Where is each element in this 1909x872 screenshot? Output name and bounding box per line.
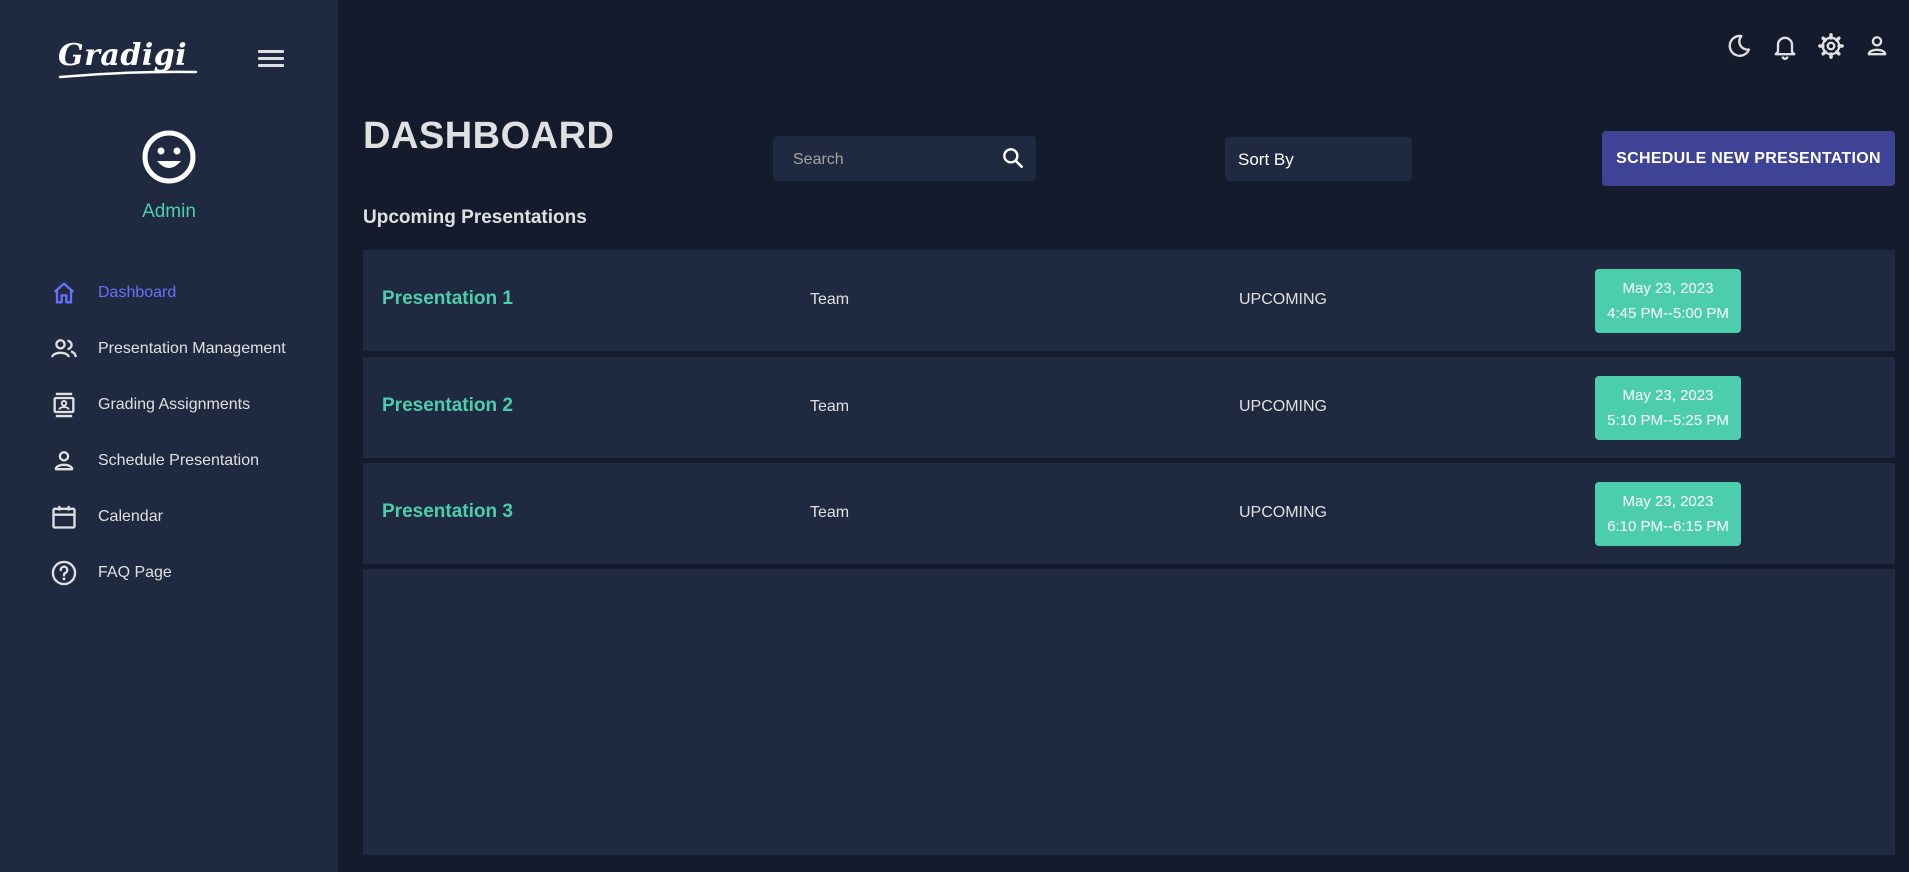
dark-mode-icon[interactable] [1725, 32, 1753, 60]
presentation-status: UPCOMING [1239, 398, 1327, 415]
sidebar: Gradigi Admin Dashboard Presentation Man… [0, 0, 338, 872]
sidebar-item-label: Calendar [98, 508, 163, 525]
badge-date: May 23, 2023 [1622, 493, 1714, 510]
sidebar-item-label: Grading Assignments [98, 396, 251, 413]
section-title: Upcoming Presentations [363, 207, 587, 228]
sort-dropdown[interactable]: Sort By [1225, 137, 1412, 181]
settings-icon[interactable] [1817, 32, 1845, 60]
people-icon [51, 339, 77, 358]
list-item[interactable]: Presentation 3 Team UPCOMING May 23, 202… [363, 463, 1895, 564]
sidebar-item-presentation-management[interactable]: Presentation Management [0, 321, 338, 377]
datetime-badge: May 23, 2023 4:45 PM--5:00 PM [1595, 269, 1741, 333]
notifications-icon[interactable] [1771, 32, 1799, 60]
smiley-face-icon [142, 130, 196, 184]
sidebar-item-label: Schedule Presentation [98, 452, 259, 469]
search-input[interactable] [773, 136, 995, 183]
datetime-badge: May 23, 2023 6:10 PM--6:15 PM [1595, 482, 1741, 546]
sidebar-item-label: Dashboard [98, 284, 177, 301]
presentation-name[interactable]: Presentation 3 [382, 501, 513, 523]
person-icon [54, 451, 74, 471]
sidebar-nav: Dashboard Presentation Management Gradin… [0, 265, 338, 601]
presentation-name[interactable]: Presentation 2 [382, 395, 513, 417]
calendar-icon [52, 505, 76, 529]
sidebar-item-calendar[interactable]: Calendar [0, 489, 338, 545]
topbar-icons [1725, 32, 1891, 60]
presentation-status: UPCOMING [1239, 291, 1327, 308]
profile-icon[interactable] [1863, 32, 1891, 60]
badge-time: 4:45 PM--5:00 PM [1607, 305, 1729, 322]
search-box [773, 136, 1036, 183]
presentation-name[interactable]: Presentation 1 [382, 288, 513, 310]
list-item[interactable]: Presentation 1 Team UPCOMING May 23, 202… [363, 250, 1895, 351]
help-circle-icon [51, 560, 77, 586]
presentation-type: Team [810, 504, 850, 521]
sidebar-item-faq[interactable]: FAQ Page [0, 545, 338, 601]
presentations-list: Presentation 1 Team UPCOMING May 23, 202… [363, 250, 1895, 855]
sidebar-item-label: FAQ Page [98, 564, 172, 581]
badge-date: May 23, 2023 [1622, 280, 1714, 297]
presentation-type: Team [810, 291, 850, 308]
badge-date: May 23, 2023 [1622, 387, 1714, 404]
home-icon [53, 282, 75, 304]
sidebar-item-dashboard[interactable]: Dashboard [0, 265, 338, 321]
presentation-status: UPCOMING [1239, 504, 1327, 521]
search-icon[interactable] [1000, 145, 1026, 171]
sidebar-item-grading-assignments[interactable]: Grading Assignments [0, 377, 338, 433]
schedule-new-presentation-button[interactable]: SCHEDULE NEW PRESENTATION [1602, 131, 1895, 186]
page-title: DASHBOARD [363, 115, 615, 157]
sidebar-item-schedule-presentation[interactable]: Schedule Presentation [0, 433, 338, 489]
logo-swoosh [58, 70, 198, 79]
sidebar-item-label: Presentation Management [98, 340, 286, 357]
datetime-badge: May 23, 2023 5:10 PM--5:25 PM [1595, 376, 1741, 440]
contact-card-icon [53, 392, 75, 418]
badge-time: 6:10 PM--6:15 PM [1607, 518, 1729, 535]
empty-list-area [363, 569, 1895, 855]
badge-time: 5:10 PM--5:25 PM [1607, 412, 1729, 429]
user-name: Admin [142, 201, 196, 222]
menu-toggle-icon[interactable] [258, 50, 284, 72]
presentation-type: Team [810, 398, 850, 415]
list-item[interactable]: Presentation 2 Team UPCOMING May 23, 202… [363, 357, 1895, 458]
sort-label: Sort By [1238, 150, 1294, 169]
